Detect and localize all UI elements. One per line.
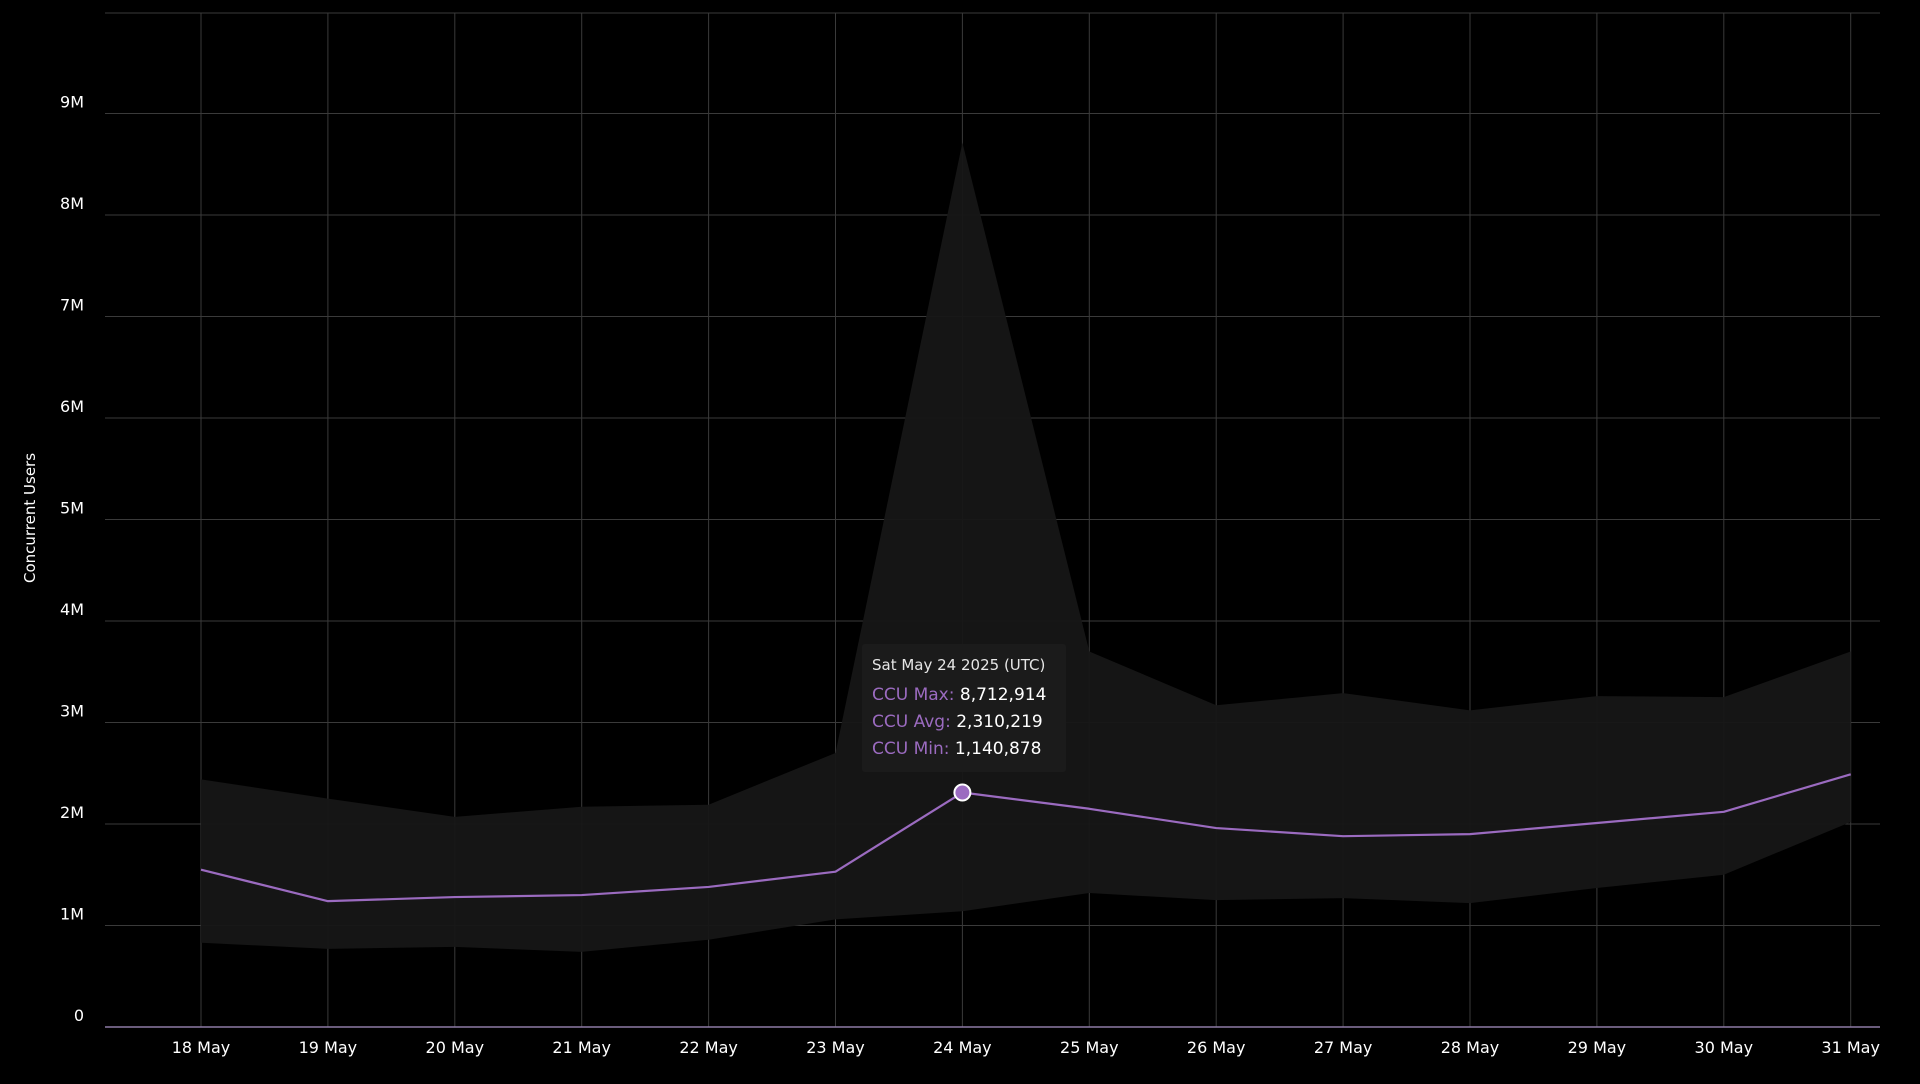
y-axis: 0 1M 2M 3M 4M 5M 6M 7M 8M 9M <box>60 93 84 1026</box>
tooltip-value: 2,310,219 <box>956 712 1043 732</box>
y-tick-label: 2M <box>60 803 84 822</box>
x-tick-label: 18 May <box>172 1038 231 1057</box>
x-tick-label: 22 May <box>679 1038 738 1057</box>
y-tick-label: 1M <box>60 905 84 924</box>
x-tick-label: 20 May <box>426 1038 485 1057</box>
tooltip-date: Sat May 24 2025 (UTC) <box>872 656 1046 674</box>
tooltip-value: 1,140,878 <box>954 739 1042 759</box>
tooltip-separator: : <box>948 685 960 705</box>
y-tick-label: 4M <box>60 600 84 619</box>
x-tick-label: 24 May <box>933 1038 992 1057</box>
tooltip-separator: : <box>943 739 955 759</box>
x-tick-label: 31 May <box>1821 1038 1880 1057</box>
y-tick-label: 9M <box>60 93 84 112</box>
x-tick-label: 27 May <box>1314 1038 1373 1057</box>
tooltip-row-min: CCU Min: 1,140,878 <box>872 736 1056 763</box>
y-tick-label: 5M <box>60 499 84 518</box>
chart-container: 0 1M 2M 3M 4M 5M 6M 7M 8M 9M 18 May 19 May 20 May 21… <box>0 0 1920 1080</box>
tooltip-separator: : <box>945 712 957 732</box>
data-tooltip: Sat May 24 2025 (UTC) CCU Max: 8,712,914… <box>862 644 1066 772</box>
highlight-point <box>953 783 972 802</box>
x-tick-label: 26 May <box>1187 1038 1246 1057</box>
highlight-layer <box>953 783 972 802</box>
y-tick-label: 7M <box>60 296 84 315</box>
x-tick-label: 21 May <box>552 1038 611 1057</box>
x-tick-label: 30 May <box>1695 1038 1754 1057</box>
y-tick-label: 8M <box>60 194 84 213</box>
y-tick-label: 6M <box>60 397 84 416</box>
ccu-range-band <box>201 142 1851 952</box>
tooltip-value: 8,712,914 <box>959 685 1047 705</box>
x-tick-label: 29 May <box>1568 1038 1627 1057</box>
tooltip-label: CCU Max <box>872 685 949 705</box>
range-band <box>201 142 1851 952</box>
tooltip-row-max: CCU Max: 8,712,914 <box>872 682 1056 709</box>
ccu-line-chart: 0 1M 2M 3M 4M 5M 6M 7M 8M 9M 18 May 19 May 20 May 21… <box>21 12 1880 1057</box>
y-axis-label: Concurrent Users <box>21 453 39 583</box>
x-tick-label: 19 May <box>299 1038 358 1057</box>
x-axis: 18 May 19 May 20 May 21 May 22 May 23 May 24 M… <box>105 1026 1880 1057</box>
x-tick-label: 23 May <box>806 1038 865 1057</box>
x-tick-label: 28 May <box>1441 1038 1500 1057</box>
y-tick-label: 3M <box>60 702 84 721</box>
y-tick-label: 0 <box>74 1006 84 1025</box>
tooltip-label: CCU Min <box>872 739 944 759</box>
tooltip-row-avg: CCU Avg: 2,310,219 <box>872 709 1056 736</box>
x-tick-label: 25 May <box>1060 1038 1119 1057</box>
tooltip-label: CCU Avg <box>872 712 946 732</box>
